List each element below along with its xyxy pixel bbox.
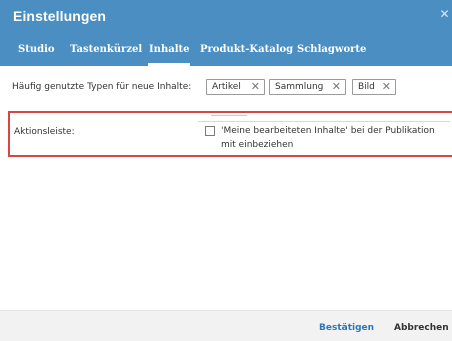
- dialog-header: Einstellungen ✕ Studio Tastenkürzel Inha…: [0, 0, 452, 66]
- dialog-footer: Bestätigen Abbrechen: [0, 310, 452, 341]
- tab-bar: Studio Tastenkürzel Inhalte Produkt-Kata…: [0, 43, 452, 66]
- settings-dialog: Einstellungen ✕ Studio Tastenkürzel Inha…: [0, 0, 452, 341]
- tab-studio[interactable]: Studio: [18, 43, 55, 66]
- tag-label: Artikel: [212, 82, 241, 92]
- checkbox-unchecked-icon[interactable]: [205, 126, 215, 136]
- include-edited-content-checkbox-label[interactable]: 'Meine bearbeiteten Inhalte' bei der Pub…: [221, 124, 449, 152]
- tag-label: Bild: [358, 82, 375, 92]
- close-icon[interactable]: ✕: [437, 7, 452, 22]
- remove-tag-icon[interactable]: ✕: [382, 80, 391, 94]
- tag-artikel: Artikel ✕: [206, 79, 265, 95]
- tag-label: Sammlung: [275, 82, 324, 92]
- tag-sammlung: Sammlung ✕: [269, 79, 346, 95]
- tag-bild: Bild ✕: [352, 79, 396, 95]
- dialog-title: Einstellungen: [13, 8, 107, 24]
- remove-tag-icon[interactable]: ✕: [332, 80, 341, 94]
- confirm-button[interactable]: Bestätigen: [319, 323, 374, 333]
- types-label: Häufig genutzte Typen für neue Inhalte:: [12, 82, 192, 92]
- tab-inhalte[interactable]: Inhalte: [147, 43, 191, 66]
- cancel-button[interactable]: Abbrechen: [394, 323, 449, 333]
- remove-tag-icon[interactable]: ✕: [251, 80, 260, 94]
- tab-schlagworte[interactable]: Schlagworte: [297, 43, 366, 66]
- tab-tastenkuerzel[interactable]: Tastenkürzel: [70, 43, 142, 66]
- tab-produkt-katalog[interactable]: Produkt-Katalog: [200, 43, 293, 66]
- toolbar-label: Aktionsleiste:: [14, 127, 75, 137]
